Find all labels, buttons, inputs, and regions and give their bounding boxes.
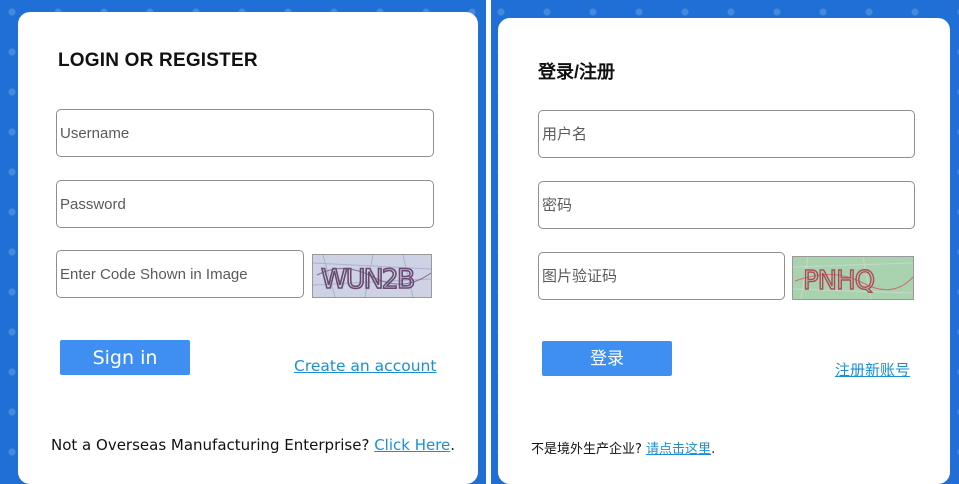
footer-period: . xyxy=(450,436,456,454)
footer-text-cn: 不是境外生产企业? xyxy=(531,442,647,457)
password-input[interactable] xyxy=(56,180,434,228)
sign-in-button[interactable]: Sign in xyxy=(60,340,190,375)
create-account-link-cn[interactable]: 注册新账号 xyxy=(835,359,910,380)
captcha-text: WUN2B xyxy=(321,264,414,295)
username-input-cn[interactable] xyxy=(538,110,915,158)
footer-note: Not a Overseas Manufacturing Enterprise?… xyxy=(51,436,455,454)
captcha-code-input[interactable] xyxy=(56,250,304,298)
captcha-text-cn: PNHQ xyxy=(803,266,874,296)
login-title: LOGIN OR REGISTER xyxy=(58,50,258,71)
login-card-chinese: 登录/注册 PNHQ 登录 注册新账号 不是境外生产企业? 请点击这里. xyxy=(498,18,950,484)
click-here-link-cn[interactable]: 请点击这里 xyxy=(646,442,711,457)
login-card-english: LOGIN OR REGISTER WUN2B Sign in Create a… xyxy=(18,12,478,484)
password-input-cn[interactable] xyxy=(538,181,915,229)
captcha-image[interactable]: WUN2B xyxy=(312,254,432,298)
panel-divider xyxy=(486,0,491,484)
footer-note-cn: 不是境外生产企业? 请点击这里. xyxy=(531,438,715,457)
create-account-link[interactable]: Create an account xyxy=(294,357,436,375)
captcha-image-cn[interactable]: PNHQ xyxy=(792,256,914,300)
footer-period-cn: . xyxy=(711,442,716,457)
captcha-code-input-cn[interactable] xyxy=(538,252,785,300)
footer-text: Not a Overseas Manufacturing Enterprise? xyxy=(51,436,375,454)
sign-in-button-cn[interactable]: 登录 xyxy=(542,341,672,376)
username-input[interactable] xyxy=(56,109,434,157)
login-title-cn: 登录/注册 xyxy=(538,62,616,82)
click-here-link[interactable]: Click Here xyxy=(374,436,450,454)
